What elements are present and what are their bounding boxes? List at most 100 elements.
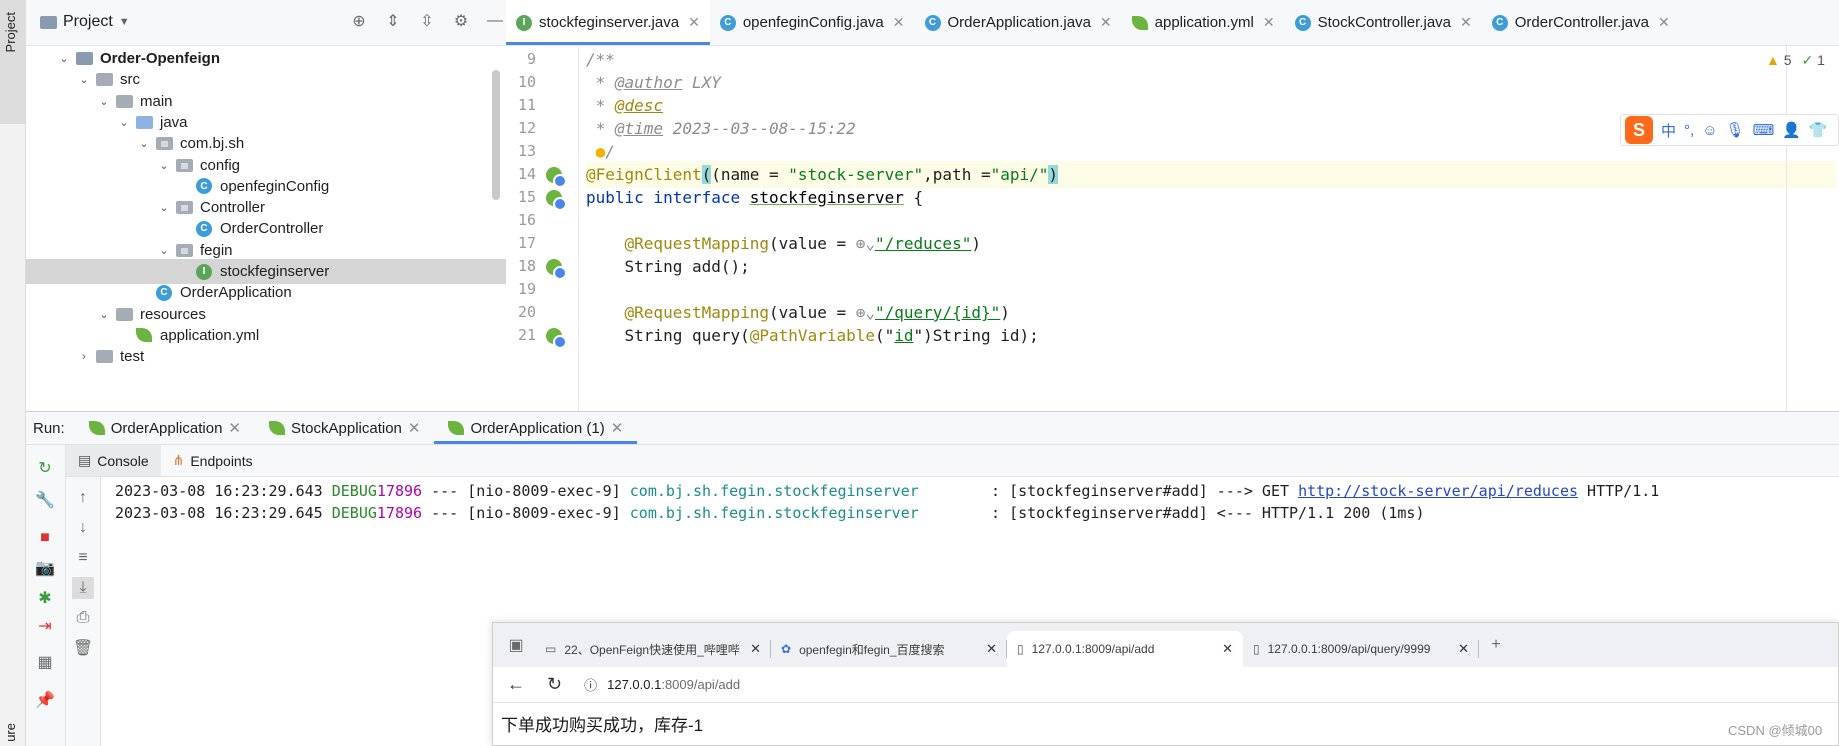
lightbulb-icon[interactable]: ● <box>586 142 606 161</box>
feign-navigation-icon[interactable] <box>546 167 567 188</box>
keyboard-icon[interactable]: ⌨ <box>1753 121 1775 139</box>
log-url[interactable]: http://stock-server/api/reduces <box>1298 482 1578 500</box>
editor-tab[interactable]: application.yml ✕ <box>1122 0 1285 45</box>
run-config-tab[interactable]: OrderApplication ✕ <box>75 412 255 444</box>
close-icon[interactable]: ✕ <box>1460 14 1472 31</box>
close-icon[interactable]: ✕ <box>893 14 905 31</box>
close-icon[interactable]: ✕ <box>688 14 700 31</box>
ime-language[interactable]: 中 <box>1661 120 1676 141</box>
globe-icon[interactable]: ⊕⌄ <box>856 234 875 253</box>
close-icon[interactable]: ✕ <box>750 641 761 657</box>
expand-arrow-icon[interactable]: ⌄ <box>96 308 112 321</box>
expand-arrow-icon[interactable]: ⌄ <box>156 159 172 172</box>
globe-icon[interactable]: ⊕⌄ <box>856 303 875 322</box>
reload-icon[interactable]: ↻ <box>547 674 562 695</box>
collapse-all-icon[interactable]: ⇳ <box>416 10 438 32</box>
close-icon[interactable]: ✕ <box>1658 14 1670 31</box>
package-icon <box>174 242 194 258</box>
close-icon[interactable]: ✕ <box>1222 641 1233 657</box>
expand-arrow-icon[interactable]: ⌄ <box>156 244 172 257</box>
feign-navigation-icon[interactable] <box>546 190 567 211</box>
editor-tab[interactable]: C StockController.java ✕ <box>1285 0 1482 45</box>
editor-tab[interactable]: C OrderController.java ✕ <box>1482 0 1680 45</box>
browser-tab[interactable]: ✿ openfegin和fegin_百度搜索 ✕ <box>771 631 1007 667</box>
run-config-tab-label: StockApplication <box>291 419 402 437</box>
close-icon[interactable]: ✕ <box>611 419 624 437</box>
code-editor[interactable]: /** * @author LXY * @desc * @time 2023--… <box>580 46 1839 411</box>
wrench-icon[interactable]: 🔧 <box>34 489 56 511</box>
arrow-up-icon[interactable]: ↑ <box>72 487 94 509</box>
address-bar[interactable]: ⓘ 127.0.0.1:8009/api/add <box>584 675 740 694</box>
pin-icon[interactable]: 📌 <box>34 689 56 711</box>
editor-tab[interactable]: CopenfeginConfig.java ✕ <box>710 0 915 45</box>
project-tree-scrollbar[interactable] <box>492 70 500 200</box>
editor-tab[interactable]: C OrderApplication.java ✕ <box>915 0 1122 45</box>
debug-icon[interactable]: ✱ <box>34 587 56 609</box>
tab-actions-icon[interactable]: ▣ <box>505 634 527 656</box>
run-config-tab[interactable]: OrderApplication (1) ✕ <box>434 412 638 444</box>
tab-console[interactable]: ▤ Console <box>66 445 161 476</box>
trash-icon[interactable]: 🗑 <box>72 637 94 659</box>
close-icon[interactable]: ✕ <box>408 419 421 437</box>
camera-icon[interactable]: 📷 <box>34 557 56 579</box>
folder-icon <box>94 72 114 88</box>
tree-item-label: OrderApplication <box>180 284 292 302</box>
inspections-widget[interactable]: ▲ 5 ✓ 1 <box>1766 52 1825 69</box>
log-ts: 2023-03-08 16:23:29.645 <box>115 504 332 522</box>
close-icon[interactable]: ✕ <box>1458 641 1469 657</box>
gear-icon[interactable]: ⚙ <box>450 10 472 32</box>
project-tree: ⌄ Order-Openfeign ⌄ src ⌄ main ⌄ java ⌄ com.bj.sh… <box>26 46 506 411</box>
project-tool-tab[interactable]: Project <box>0 0 26 124</box>
scroll-to-end-icon[interactable]: ⤓ <box>72 577 94 599</box>
run-toolbar-secondary: ↑ ↓ ≡ ⤓ ⎙ 🗑 <box>66 477 101 746</box>
user-icon[interactable]: 👤 <box>1782 121 1801 139</box>
close-icon[interactable]: ✕ <box>228 419 241 437</box>
browser-tab[interactable]: ▭ 22、OpenFeign快速使用_哔哩哔 ✕ <box>535 631 771 667</box>
back-icon[interactable]: ← <box>507 674 525 695</box>
close-icon[interactable]: ✕ <box>986 641 997 657</box>
stop-icon[interactable]: ■ <box>34 527 56 549</box>
browser-tab[interactable]: ▯ 127.0.0.1:8009/api/add ✕ <box>1007 631 1243 667</box>
expand-all-icon[interactable]: ⇕ <box>382 10 404 32</box>
hide-panel-icon[interactable]: — <box>484 10 506 32</box>
warning-count[interactable]: ▲ 5 <box>1766 52 1792 69</box>
expand-arrow-icon[interactable]: › <box>76 351 92 363</box>
layout-icon[interactable]: ▦ <box>34 651 56 673</box>
select-opened-file-icon[interactable]: ⊕ <box>348 10 370 32</box>
project-tool-tab-label: Project <box>3 12 18 53</box>
structure-tool-tab[interactable]: ure <box>3 723 18 742</box>
expand-arrow-icon[interactable]: ⌄ <box>116 116 132 129</box>
browser-tab[interactable]: ▯ 127.0.0.1:8009/api/query/9999 ✕ <box>1243 631 1479 667</box>
expand-arrow-icon[interactable]: ⌄ <box>156 201 172 214</box>
microphone-icon[interactable]: 🎙 <box>1726 121 1745 139</box>
class-icon: C <box>1294 14 1311 31</box>
ime-toolbar[interactable]: S 中 °, ☺ 🎙 ⌨ 👤 👕 <box>1620 114 1839 146</box>
tree-item[interactable]: › test <box>26 344 506 369</box>
arrow-down-icon[interactable]: ↓ <box>72 517 94 539</box>
project-view-selector[interactable]: Project ▼ <box>40 13 130 31</box>
expand-arrow-icon[interactable]: ⌄ <box>96 95 112 108</box>
soft-wrap-icon[interactable]: ≡ <box>72 547 94 569</box>
expand-arrow-icon[interactable]: ⌄ <box>136 137 152 150</box>
rerun-icon[interactable]: ↻ <box>34 457 56 479</box>
punctuation-icon[interactable]: °, <box>1684 122 1694 139</box>
tool-window-strip: Project ure <box>0 0 26 746</box>
console-icon: ▤ <box>78 452 92 468</box>
feign-navigation-icon[interactable] <box>546 328 567 349</box>
close-icon[interactable]: ✕ <box>1263 14 1275 31</box>
tab-endpoints[interactable]: ⋔ Endpoints <box>161 445 265 476</box>
ok-count[interactable]: ✓ 1 <box>1802 52 1825 69</box>
print-icon[interactable]: ⎙ <box>72 607 94 629</box>
close-icon[interactable]: ✕ <box>1100 14 1112 31</box>
expand-arrow-icon[interactable]: ⌄ <box>76 73 92 86</box>
code-line-21: String query(@PathVariable("id")String i… <box>624 326 1039 345</box>
run-config-tab[interactable]: StockApplication ✕ <box>255 412 434 444</box>
expand-arrow-icon[interactable]: ⌄ <box>56 52 72 65</box>
editor-tab[interactable]: Istockfeginserver.java ✕ <box>506 0 710 45</box>
feign-navigation-icon[interactable] <box>546 259 567 280</box>
emoji-icon[interactable]: ☺ <box>1702 122 1717 139</box>
exit-icon[interactable]: ⇥ <box>34 615 56 637</box>
new-tab-icon[interactable]: + <box>1485 634 1507 656</box>
skin-icon[interactable]: 👕 <box>1809 121 1828 139</box>
site-info-icon[interactable]: ⓘ <box>584 675 597 694</box>
